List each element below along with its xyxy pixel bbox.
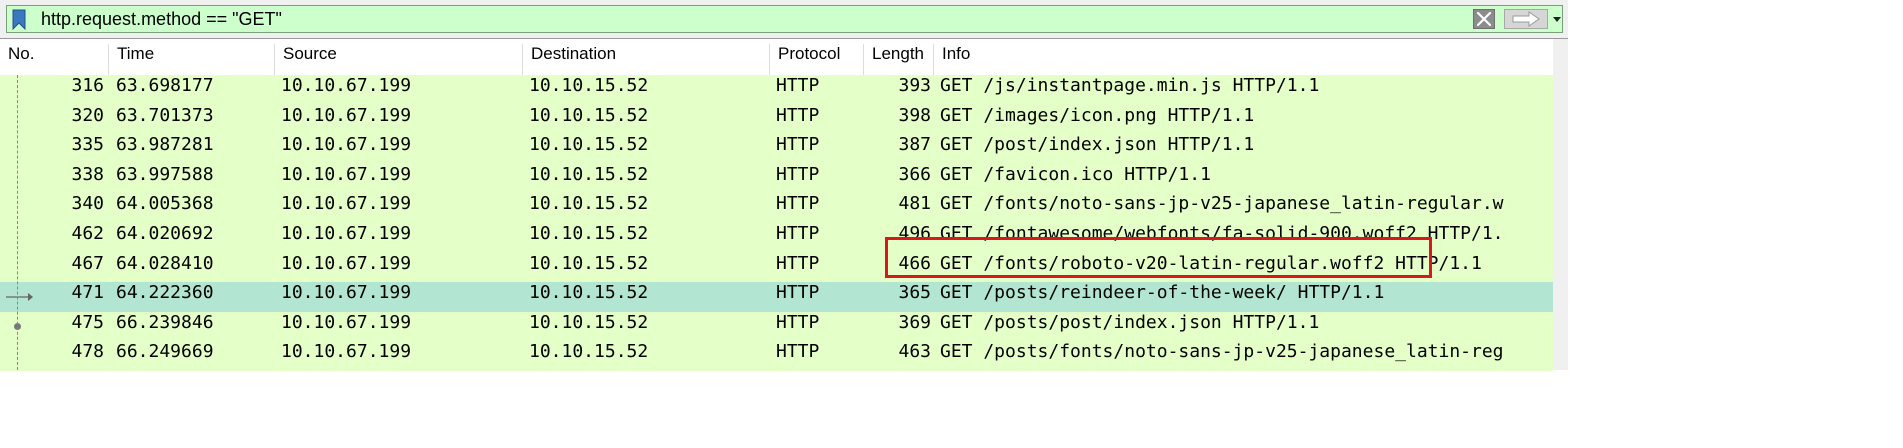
cell-source: 10.10.67.199	[281, 75, 412, 96]
display-filter-input[interactable]	[41, 7, 1441, 31]
vertical-scrollbar[interactable]	[1553, 39, 1568, 370]
cell-time: 63.987281	[116, 134, 214, 156]
table-row[interactable]: 338 63.997588 10.10.67.199 10.10.15.52 HTTP 3…	[0, 163, 1553, 194]
table-row[interactable]: 340 64.005368 10.10.67.199 10.10.15.52 HTTP 4…	[0, 193, 1553, 223]
cell-length: 365	[898, 282, 931, 304]
cell-no: 320	[71, 104, 104, 126]
cell-no: 316	[71, 75, 104, 96]
cell-time: 66.239846	[116, 311, 214, 333]
cell-info: GET /posts/fonts/noto-sans-jp-v25-japane…	[940, 341, 1504, 363]
column-header-destination[interactable]: Destination	[523, 44, 770, 75]
cell-length: 369	[898, 311, 931, 333]
apply-filter-button[interactable]	[1504, 9, 1548, 29]
chevron-down-icon[interactable]	[1552, 16, 1562, 24]
cell-protocol: HTTP	[776, 104, 820, 126]
cell-time: 66.249669	[116, 341, 214, 363]
annotation-highlight-box	[885, 237, 1432, 278]
cell-source: 10.10.67.199	[281, 252, 412, 274]
cell-no: 335	[71, 134, 104, 156]
cell-protocol: HTTP	[776, 163, 820, 185]
cell-source: 10.10.67.199	[281, 223, 412, 244]
cell-time: 64.005368	[116, 193, 214, 215]
selected-packet-arrow-icon	[4, 282, 34, 312]
table-row-selected[interactable]: 471 64.222360 10.10.67.199 10.10.15.52 HTTP 3…	[0, 282, 1553, 312]
cell-length: 387	[898, 134, 931, 156]
column-header-time[interactable]: Time	[109, 44, 275, 75]
cell-info: GET /favicon.ico HTTP/1.1	[940, 163, 1211, 185]
display-filter-toolbar	[0, 0, 1568, 38]
display-filter-box	[6, 5, 1563, 33]
cell-no: 340	[71, 193, 104, 215]
cell-no: 467	[71, 252, 104, 274]
cell-protocol: HTTP	[776, 252, 820, 274]
table-row[interactable]: 478 66.249669 10.10.67.199 10.10.15.52 HTTP 4…	[0, 341, 1553, 371]
cell-info: GET /posts/post/index.json HTTP/1.1	[940, 311, 1320, 333]
cell-time: 63.701373	[116, 104, 214, 126]
cell-length: 366	[898, 163, 931, 185]
cell-destination: 10.10.15.52	[529, 163, 649, 185]
cell-protocol: HTTP	[776, 134, 820, 156]
right-arrow-icon	[1512, 11, 1540, 27]
cell-destination: 10.10.15.52	[529, 252, 649, 274]
column-header-protocol[interactable]: Protocol	[770, 44, 864, 75]
column-header-source[interactable]: Source	[275, 44, 523, 75]
cell-info: GET /posts/reindeer-of-the-week/ HTTP/1.…	[940, 282, 1385, 304]
cell-source: 10.10.67.199	[281, 341, 412, 363]
cell-no: 462	[71, 223, 104, 244]
cell-time: 64.020692	[116, 223, 214, 244]
bookmark-icon[interactable]	[11, 9, 27, 30]
cell-destination: 10.10.15.52	[529, 311, 649, 333]
column-header-no[interactable]: No.	[0, 44, 109, 75]
table-row[interactable]: 316 63.698177 10.10.67.199 10.10.15.52 HTTP 3…	[0, 75, 1553, 105]
related-packet-indicator	[17, 75, 18, 370]
cell-time: 63.698177	[116, 75, 214, 96]
table-row[interactable]: 320 63.701373 10.10.67.199 10.10.15.52 HTTP 3…	[0, 104, 1553, 135]
cell-destination: 10.10.15.52	[529, 282, 649, 304]
cell-info: GET /fonts/noto-sans-jp-v25-japanese_lat…	[940, 193, 1504, 215]
cell-time: 63.997588	[116, 163, 214, 185]
cell-source: 10.10.67.199	[281, 282, 412, 304]
cell-protocol: HTTP	[776, 223, 820, 244]
cell-destination: 10.10.15.52	[529, 75, 649, 96]
cell-source: 10.10.67.199	[281, 104, 412, 126]
cell-source: 10.10.67.199	[281, 311, 412, 333]
cell-info: GET /js/instantpage.min.js HTTP/1.1	[940, 75, 1320, 96]
cell-length: 481	[898, 193, 931, 215]
cell-length: 463	[898, 341, 931, 363]
column-header-info[interactable]: Info	[934, 44, 1553, 75]
column-header-length[interactable]: Length	[864, 44, 934, 75]
cell-source: 10.10.67.199	[281, 193, 412, 215]
cell-protocol: HTTP	[776, 311, 820, 333]
cell-destination: 10.10.15.52	[529, 134, 649, 156]
cell-protocol: HTTP	[776, 282, 820, 304]
table-row[interactable]: 335 63.987281 10.10.67.199 10.10.15.52 HTTP 3…	[0, 134, 1553, 164]
cell-info: GET /post/index.json HTTP/1.1	[940, 134, 1255, 156]
cell-source: 10.10.67.199	[281, 134, 412, 156]
cell-no: 338	[71, 163, 104, 185]
packet-list: No. Time Source Destination Protocol Len…	[0, 38, 1568, 371]
cell-destination: 10.10.15.52	[529, 341, 649, 363]
cell-source: 10.10.67.199	[281, 163, 412, 185]
packet-list-header: No. Time Source Destination Protocol Len…	[0, 44, 1553, 75]
cell-time: 64.222360	[116, 282, 214, 304]
cell-time: 64.028410	[116, 252, 214, 274]
clear-x-icon[interactable]	[1473, 9, 1495, 29]
cell-no: 478	[71, 341, 104, 363]
cell-protocol: HTTP	[776, 193, 820, 215]
cell-destination: 10.10.15.52	[529, 104, 649, 126]
cell-length: 398	[898, 104, 931, 126]
cell-info: GET /images/icon.png HTTP/1.1	[940, 104, 1255, 126]
cell-destination: 10.10.15.52	[529, 223, 649, 244]
cell-protocol: HTTP	[776, 341, 820, 363]
table-row[interactable]: 475 66.239846 10.10.67.199 10.10.15.52 HTTP 3…	[0, 311, 1553, 342]
cell-destination: 10.10.15.52	[529, 193, 649, 215]
cell-length: 393	[898, 75, 931, 96]
cell-protocol: HTTP	[776, 75, 820, 96]
